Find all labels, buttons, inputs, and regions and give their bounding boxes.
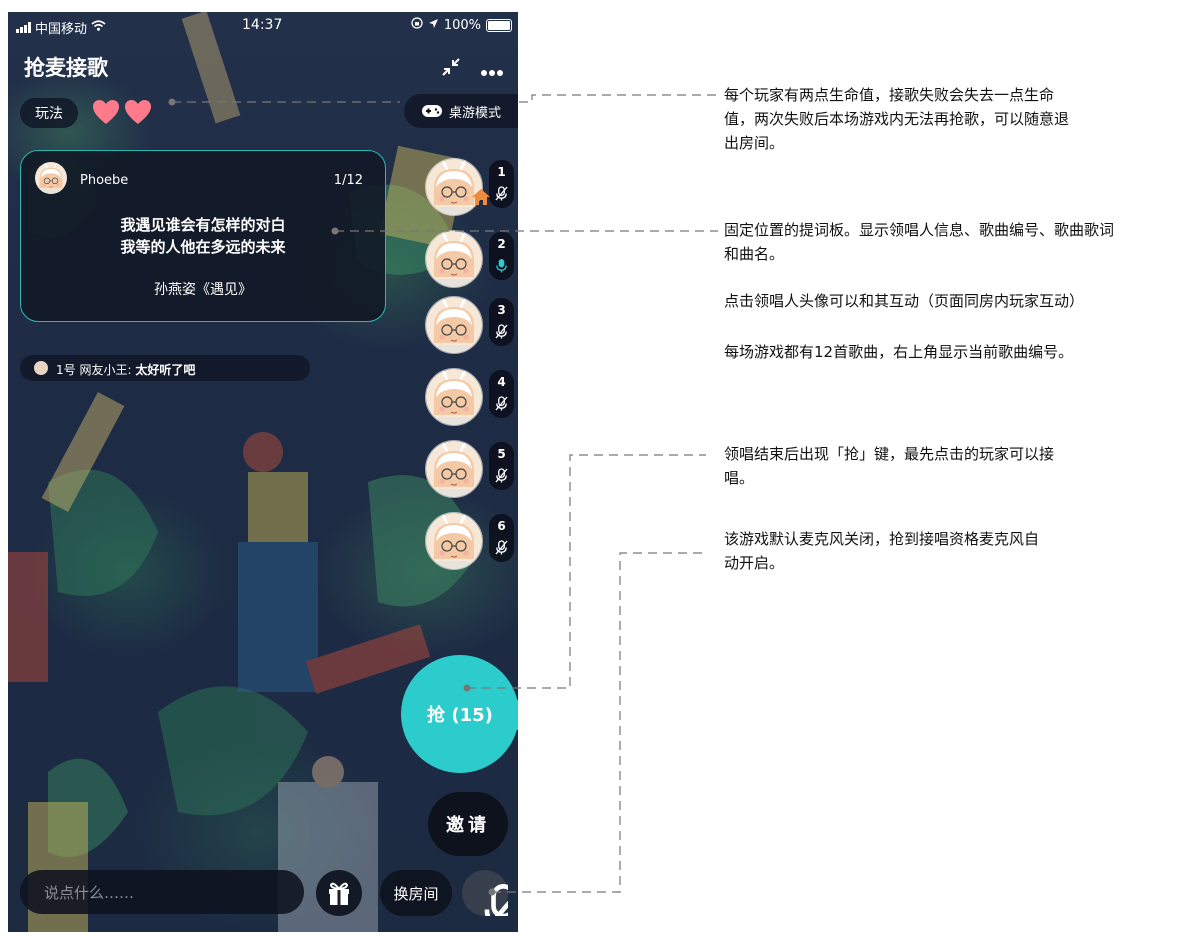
- annotation-mic: 该游戏默认麦克风关闭，抢到接唱资格麦克风自 动开启。: [724, 527, 1144, 575]
- annotation-line: 每个玩家有两点生命值，接歌失败会失去一点生命: [724, 86, 1055, 104]
- annotation-line: 值，两次失败后本场游戏内无法再抢歌，可以随意退: [724, 110, 1070, 128]
- annotation-line: 和曲名。: [724, 245, 785, 263]
- annotation-grab: 领唱结束后出现「抢」键，最先点击的玩家可以接 唱。: [724, 442, 1144, 490]
- annotation-interaction: 点击领唱人头像可以和其互动（页面同房内玩家互动）: [724, 292, 1085, 310]
- annotation-line: 固定位置的提词板。显示领唱人信息、歌曲编号、歌曲歌词: [724, 221, 1115, 239]
- annotation-line: 该游戏默认麦克风关闭，抢到接唱资格麦克风自: [724, 530, 1040, 548]
- annotation-lyric-board: 固定位置的提词板。显示领唱人信息、歌曲编号、歌曲歌词 和曲名。: [724, 218, 1184, 266]
- annotation-line: 出房间。: [724, 134, 785, 152]
- annotation-line: 动开启。: [724, 554, 785, 572]
- annotation-song-count: 每场游戏都有12首歌曲，右上角显示当前歌曲编号。: [724, 343, 1074, 361]
- annotation-line: 领唱结束后出现「抢」键，最先点击的玩家可以接: [724, 445, 1055, 463]
- annotation-line: 唱。: [724, 469, 755, 487]
- annotation-lives: 每个玩家有两点生命值，接歌失败会失去一点生命 值，两次失败后本场游戏内无法再抢歌…: [724, 83, 1144, 155]
